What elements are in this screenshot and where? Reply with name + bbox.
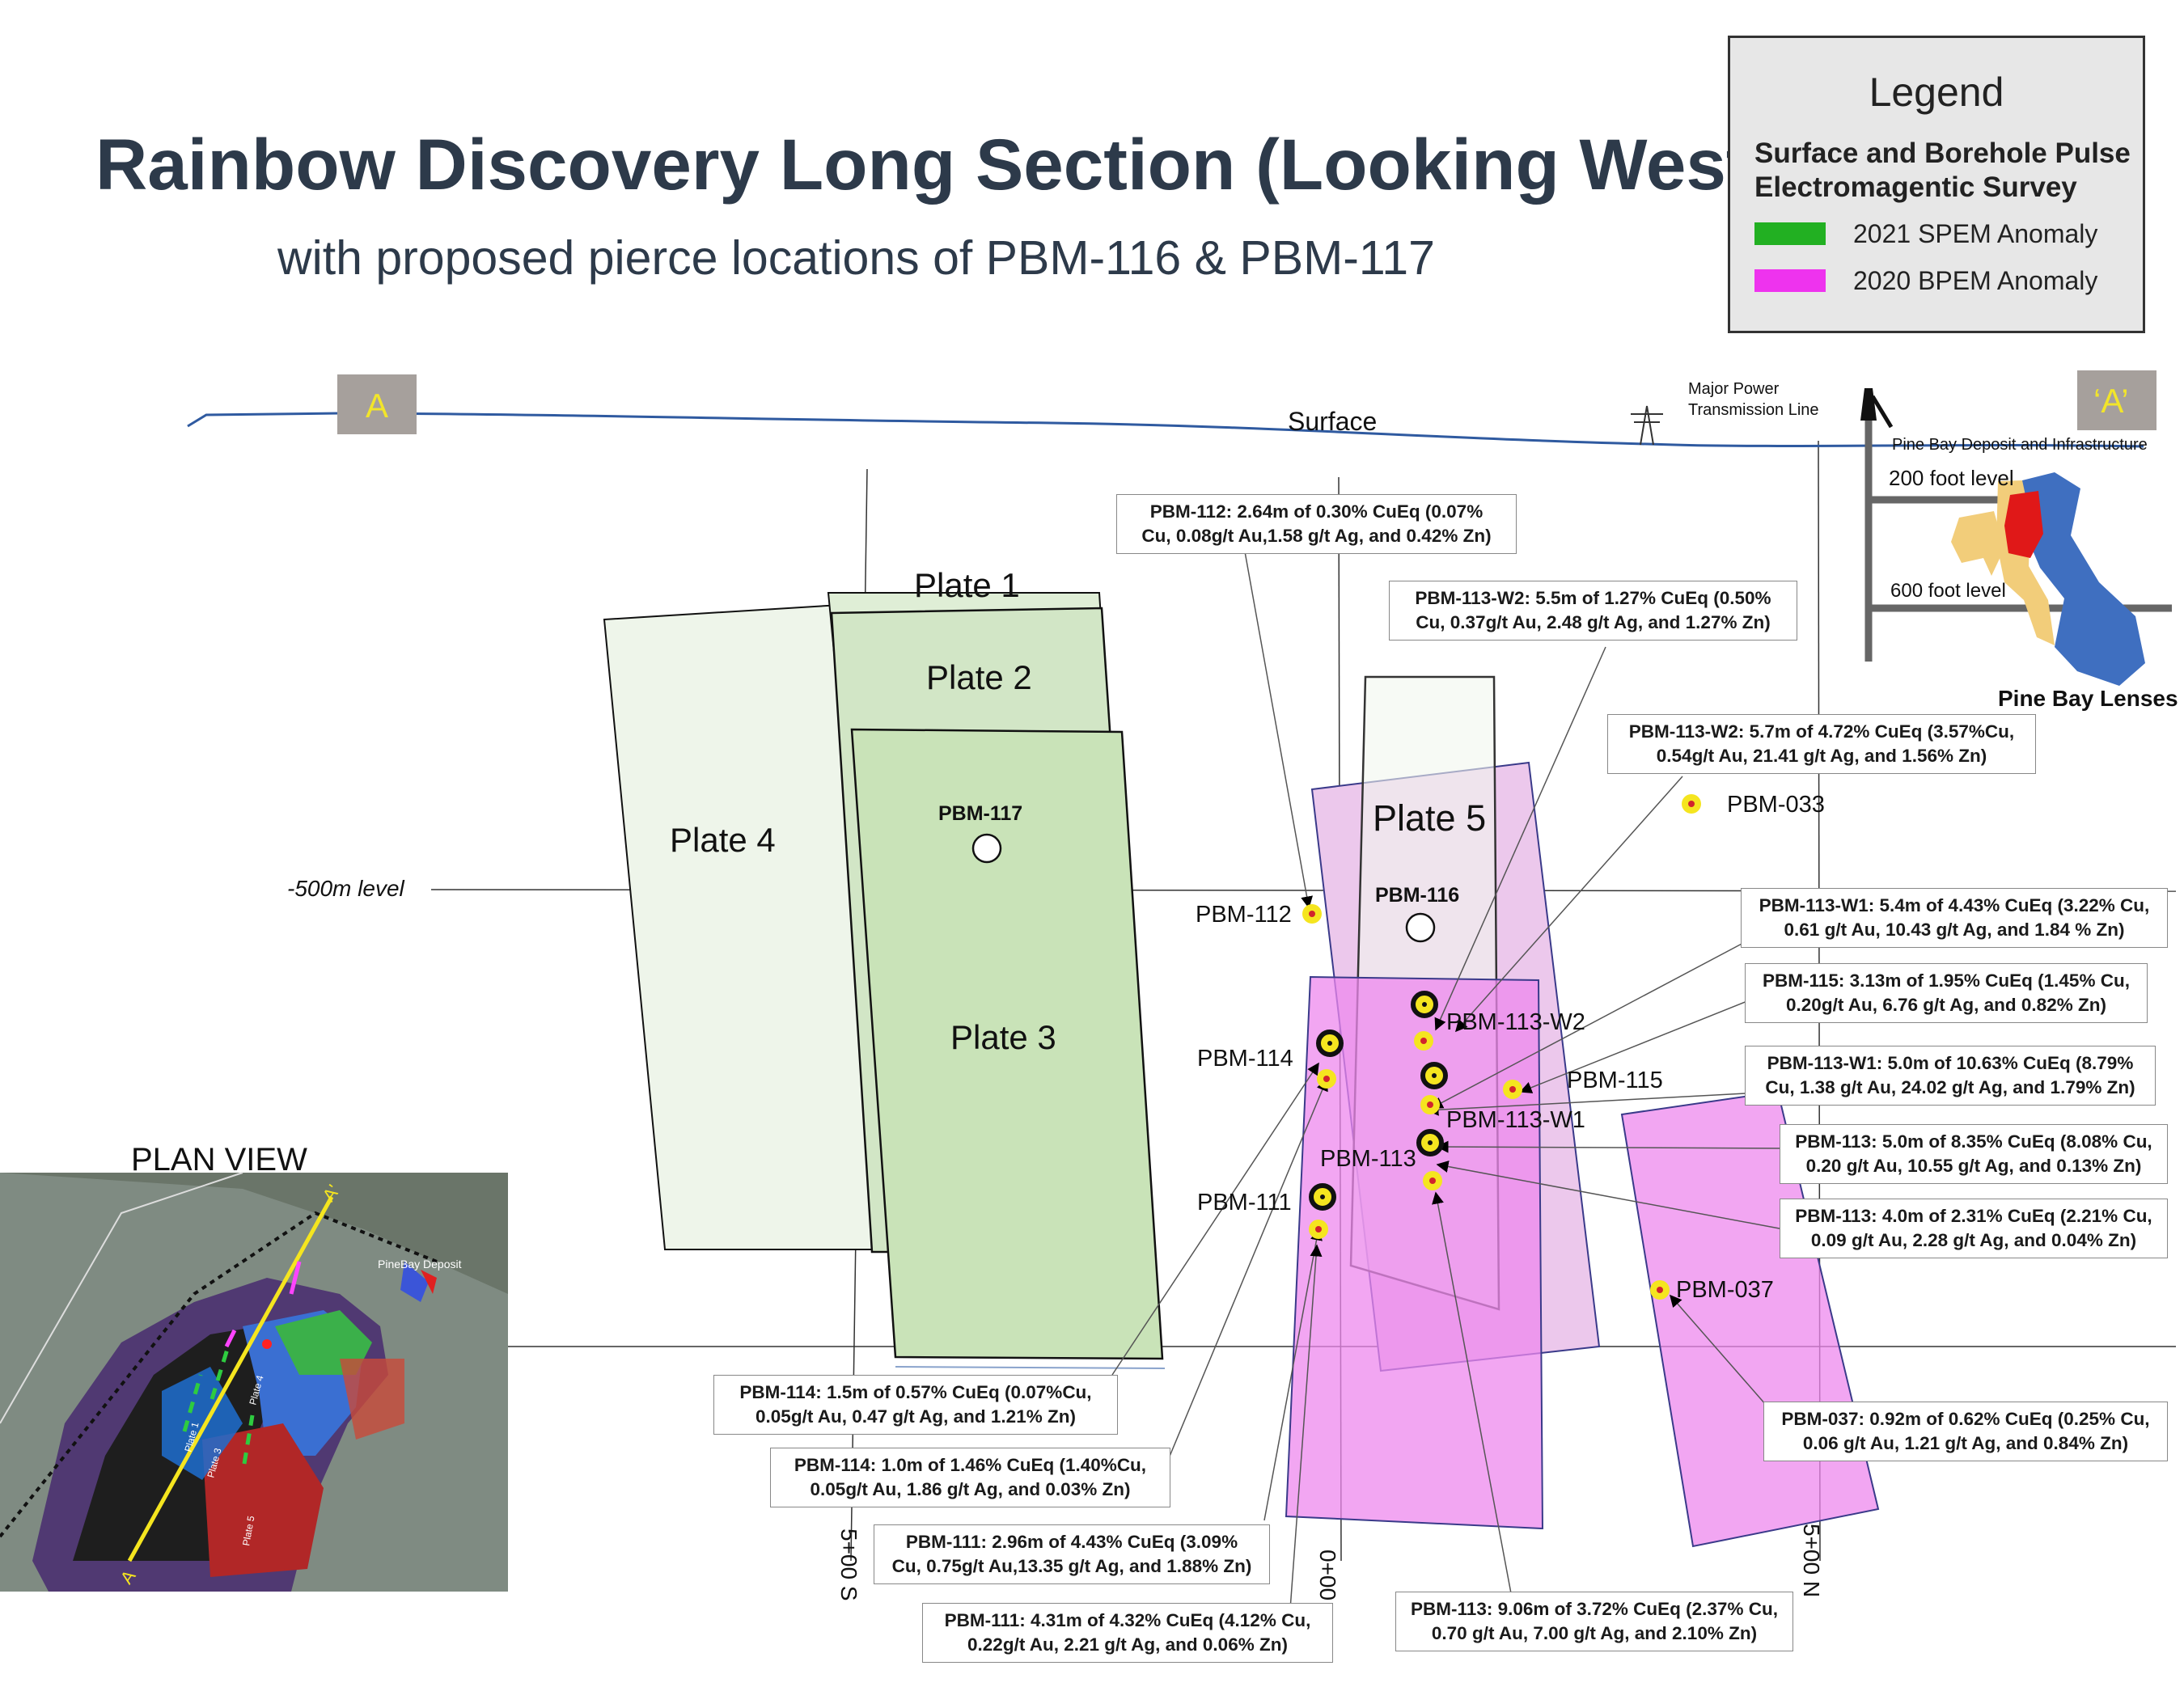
pbm-111-intercept-a-icon: [1309, 1183, 1336, 1211]
plate-3-edge: [895, 1366, 1166, 1369]
callout-pbm-113w1-a: PBM-113-W1: 5.4m of 4.43% CuEq (3.22% Cu…: [1741, 888, 2168, 948]
callout-pbm-115: PBM-115: 3.13m of 1.95% CuEq (1.45% Cu, …: [1745, 963, 2148, 1023]
callout-pbm-113-b: PBM-113: 4.0m of 2.31% CuEq (2.21% Cu, 0…: [1780, 1199, 2168, 1258]
callout-pbm-113w2-b-line-1: PBM-113-W2: 5.7m of 4.72% CuEq (3.57%Cu,: [1628, 721, 2015, 742]
callout-pbm-112-line-2: Cu, 0.08g/t Au,1.58 g/t Ag, and 0.42% Zn…: [1141, 526, 1492, 546]
pine-bay-600-level: 600 foot level: [1890, 580, 2006, 602]
callout-pbm-111-b: PBM-111: 4.31m of 4.32% CuEq (4.12% Cu, …: [922, 1603, 1333, 1663]
callout-pbm-113-a-line-1: PBM-113: 5.0m of 8.35% CuEq (8.08% Cu,: [1795, 1131, 2152, 1152]
callout-pbm-113-b-line-2: 0.09 g/t Au, 2.28 g/t Ag, and 0.04% Zn): [1810, 1230, 2137, 1250]
callout-pbm-111-a: PBM-111: 2.96m of 4.43% CuEq (3.09% Cu, …: [874, 1524, 1270, 1584]
callout-pbm-114-a-line-2: 0.05g/t Au, 0.47 g/t Ag, and 1.21% Zn): [756, 1406, 1076, 1427]
callout-pbm-113w2-b-line-2: 0.54g/t Au, 21.41 g/t Ag, and 1.56% Zn): [1656, 746, 1987, 766]
callout-pbm-037-line-2: 0.06 g/t Au, 1.21 g/t Ag, and 0.84% Zn): [1802, 1433, 2129, 1453]
pbm-114-intercept-a-icon: [1316, 1030, 1344, 1057]
callout-pbm-113w1-b-line-2: Cu, 1.38 g/t Au, 24.02 g/t Ag, and 1.79%…: [1765, 1077, 2135, 1097]
pine-bay-lenses-label: Pine Bay Lenses: [1998, 686, 2178, 711]
pbm-112-intercept-icon: [1302, 904, 1322, 924]
callout-pbm-111-a-line-1: PBM-111: 2.96m of 4.43% CuEq (3.09%: [905, 1532, 1238, 1552]
surface-line: [187, 412, 2144, 448]
callout-pbm-115-line-1: PBM-115: 3.13m of 1.95% CuEq (1.45% Cu,: [1763, 970, 2130, 991]
plate-3-label: Plate 3: [950, 1018, 1056, 1056]
callout-pbm-113w2-b: PBM-113-W2: 5.7m of 4.72% CuEq (3.57%Cu,…: [1607, 714, 2036, 774]
pbm-117-label: PBM-117: [938, 802, 1022, 825]
callout-pbm-111-a-line-2: Cu, 0.75g/t Au,13.35 g/t Ag, and 1.88% Z…: [891, 1556, 1252, 1576]
pbm-113w1-label: PBM-113-W1: [1446, 1107, 1585, 1133]
pbm-113-intercept-b-icon: [1423, 1171, 1442, 1190]
pbm-113w2-label: PBM-113-W2: [1446, 1009, 1585, 1035]
callout-pbm-115-line-2: 0.20g/t Au, 6.76 g/t Ag, and 0.82% Zn): [1786, 995, 2106, 1015]
pbm-115-intercept-icon: [1503, 1080, 1522, 1099]
pbm-116-pierce: [1405, 912, 1436, 943]
callout-pbm-113-c-line-2: 0.70 g/t Au, 7.00 g/t Ag, and 2.10% Zn): [1431, 1623, 1758, 1643]
callout-pbm-113w1-a-line-2: 0.61 g/t Au, 10.43 g/t Ag, and 1.84 % Zn…: [1784, 920, 2125, 940]
point-a-label: A: [366, 387, 388, 425]
callout-pbm-112: PBM-112: 2.64m of 0.30% CuEq (0.07% Cu, …: [1116, 494, 1517, 554]
pine-bay-200-level: 200 foot level: [1889, 466, 2014, 490]
callout-pbm-113w2-a: PBM-113-W2: 5.5m of 1.27% CuEq (0.50% Cu…: [1389, 581, 1797, 641]
plate-1-label: Plate 1: [914, 566, 1020, 604]
callout-pbm-037: PBM-037: 0.92m of 0.62% CuEq (0.25% Cu, …: [1763, 1402, 2168, 1461]
power-line-label-2: Transmission Line: [1688, 401, 1819, 419]
pine-bay-deposit-label: Pine Bay Deposit and Infrastructure: [1892, 436, 2148, 454]
plate-4-label: Plate 4: [670, 821, 776, 859]
plate-2-label: Plate 2: [926, 658, 1032, 696]
callout-pbm-113-a-line-2: 0.20 g/t Au, 10.55 g/t Ag, and 0.13% Zn): [1805, 1156, 2142, 1176]
pbm-113w2-intercept-b-icon: [1414, 1031, 1433, 1051]
point-a-prime-label: ‘A’: [2093, 382, 2129, 420]
callout-pbm-114-b-line-1: PBM-114: 1.0m of 1.46% CuEq (1.40%Cu,: [794, 1455, 1147, 1475]
callout-pbm-114-a: PBM-114: 1.5m of 0.57% CuEq (0.07%Cu, 0.…: [713, 1375, 1118, 1435]
plate-5-label: Plate 5: [1373, 797, 1486, 839]
callout-pbm-113-b-line-1: PBM-113: 4.0m of 2.31% CuEq (2.21% Cu,: [1795, 1206, 2152, 1226]
pbm-113w1-intercept-a-icon: [1420, 1062, 1448, 1089]
pbm-113-intercept-a-icon: [1416, 1129, 1444, 1156]
bpem-anomaly-main: [1285, 975, 1544, 1530]
callout-pbm-113w1-b-line-1: PBM-113-W1: 5.0m of 10.63% CuEq (8.79%: [1767, 1053, 2134, 1073]
plan-view-deposit-label: PineBay Deposit: [378, 1258, 462, 1271]
pbm-037-label: PBM-037: [1676, 1277, 1774, 1303]
callout-pbm-113-a: PBM-113: 5.0m of 8.35% CuEq (8.08% Cu, 0…: [1780, 1124, 2168, 1184]
pbm-112-label: PBM-112: [1196, 902, 1292, 928]
callout-pbm-111-b-line-2: 0.22g/t Au, 2.21 g/t Ag, and 0.06% Zn): [967, 1634, 1288, 1655]
callout-pbm-113w1-b: PBM-113-W1: 5.0m of 10.63% CuEq (8.79% C…: [1745, 1046, 2156, 1106]
grid-label-5n: 5+00 N: [1799, 1524, 1824, 1597]
pbm-117-pierce: [971, 833, 1002, 864]
pbm-113-label: PBM-113: [1320, 1146, 1416, 1172]
pbm-115-label: PBM-115: [1567, 1068, 1663, 1093]
callout-pbm-113w1-a-line-1: PBM-113-W1: 5.4m of 4.43% CuEq (3.22% Cu…: [1759, 895, 2150, 915]
level-label-500: -500m level: [287, 876, 405, 901]
pbm-111-intercept-b-icon: [1309, 1220, 1328, 1239]
pbm-114-intercept-b-icon: [1317, 1069, 1336, 1089]
pbm-113w1-intercept-b-icon: [1420, 1095, 1440, 1114]
callout-pbm-114-b-line-2: 0.05g/t Au, 1.86 g/t Ag, and 0.03% Zn): [810, 1479, 1131, 1499]
callout-pbm-112-line-1: PBM-112: 2.64m of 0.30% CuEq (0.07%: [1149, 501, 1484, 522]
surface-label: Surface: [1288, 407, 1377, 436]
callout-pbm-114-a-line-1: PBM-114: 1.5m of 0.57% CuEq (0.07%Cu,: [739, 1382, 1092, 1402]
power-line-label-1: Major Power: [1688, 380, 1780, 398]
callout-pbm-111-b-line-1: PBM-111: 4.31m of 4.32% CuEq (4.12% Cu,: [944, 1610, 1311, 1630]
callout-pbm-114-b: PBM-114: 1.0m of 1.46% CuEq (1.40%Cu, 0.…: [770, 1448, 1170, 1507]
pbm-111-label: PBM-111: [1197, 1190, 1292, 1216]
pine-bay-inset: [1860, 388, 2172, 686]
callout-pbm-113w2-a-line-2: Cu, 0.37g/t Au, 2.48 g/t Ag, and 1.27% Z…: [1416, 612, 1771, 632]
callout-pbm-113-c-line-1: PBM-113: 9.06m of 3.72% CuEq (2.37% Cu,: [1411, 1599, 1778, 1619]
pbm-113w2-intercept-a-icon: [1411, 991, 1438, 1018]
pbm-116-label: PBM-116: [1375, 884, 1459, 907]
pbm-114-label: PBM-114: [1197, 1046, 1293, 1072]
pbm-037-intercept-icon: [1650, 1280, 1670, 1300]
pbm-033-intercept-icon: [1682, 794, 1701, 814]
power-tower-icon: [1631, 405, 1663, 446]
pbm-033-label: PBM-033: [1727, 792, 1825, 818]
callout-pbm-037-line-1: PBM-037: 0.92m of 0.62% CuEq (0.25% Cu,: [1781, 1409, 2150, 1429]
callout-pbm-113w2-a-line-1: PBM-113-W2: 5.5m of 1.27% CuEq (0.50%: [1415, 588, 1771, 608]
callout-pbm-113-c: PBM-113: 9.06m of 3.72% CuEq (2.37% Cu, …: [1395, 1592, 1793, 1651]
grid-label-0: 0+00: [1315, 1550, 1340, 1600]
plan-view-title: PLAN VIEW: [131, 1142, 307, 1178]
grid-label-5s: 5+00 S: [836, 1528, 861, 1601]
